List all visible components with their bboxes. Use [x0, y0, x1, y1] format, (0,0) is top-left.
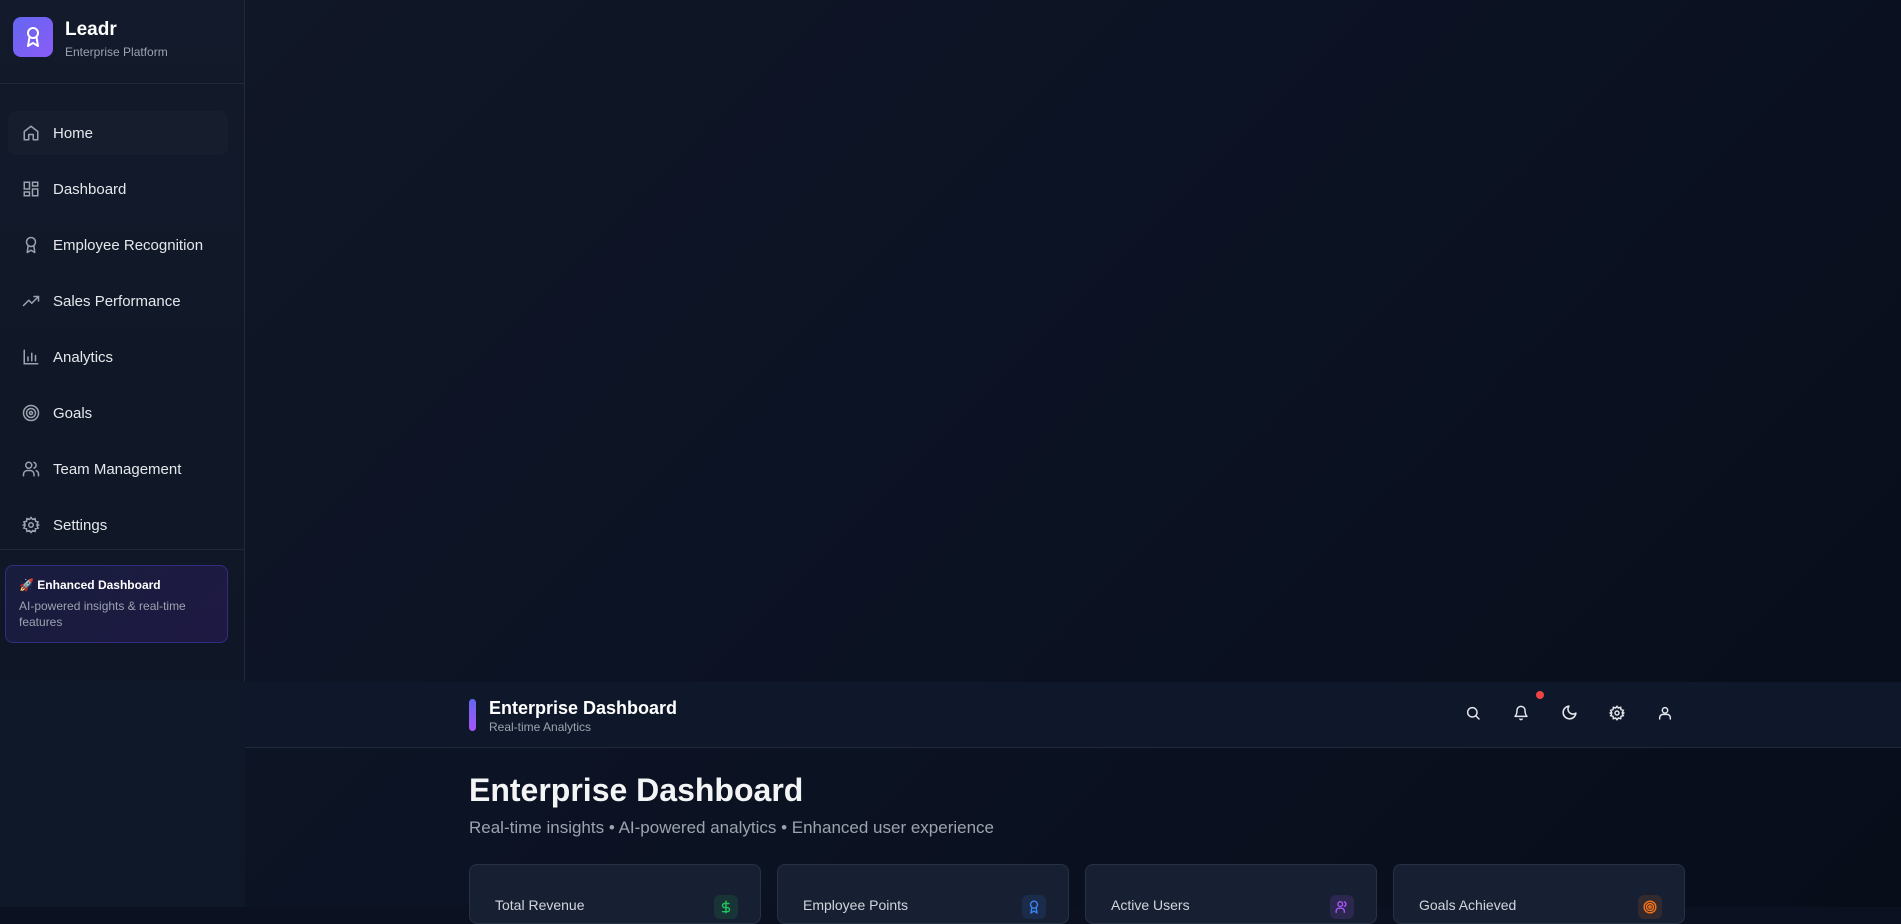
search-button[interactable]	[1458, 700, 1488, 730]
users-icon	[21, 459, 41, 479]
stat-card-employee-points[interactable]: Employee Points	[777, 864, 1069, 924]
page-subtitle: Real-time insights • AI-powered analytic…	[469, 818, 995, 837]
sidebar-item-dashboard[interactable]: Dashboard	[8, 167, 228, 211]
search-icon	[1465, 705, 1481, 726]
gear-icon	[1608, 704, 1626, 726]
home-icon	[21, 123, 41, 143]
sidebar-item-analytics[interactable]: Analytics	[8, 335, 228, 379]
brand-subtitle: Enterprise Platform	[65, 45, 168, 59]
dollar-icon	[714, 895, 738, 919]
award-icon	[21, 235, 41, 255]
enhanced-dashboard-promo[interactable]: 🚀 Enhanced Dashboard AI-powered insights…	[5, 565, 228, 643]
bell-icon	[1513, 705, 1529, 726]
moon-icon	[1561, 704, 1578, 726]
sidebar: Leadr Enterprise Platform Home Dashboard…	[0, 0, 245, 682]
sidebar-item-team-management[interactable]: Team Management	[8, 447, 228, 491]
promo-title: 🚀 Enhanced Dashboard	[19, 578, 161, 592]
sidebar-item-label: Home	[53, 124, 94, 142]
sidebar-item-settings[interactable]: Settings	[8, 503, 228, 547]
header-subtitle: Real-time Analytics	[489, 720, 592, 734]
stat-label: Total Revenue	[495, 897, 585, 913]
sidebar-item-label: Goals	[53, 404, 93, 422]
sidebar-item-home[interactable]: Home	[8, 111, 228, 155]
user-icon	[1657, 705, 1673, 726]
stat-label: Employee Points	[803, 897, 909, 913]
top-header: Enterprise Dashboard Real-time Analytics	[245, 682, 1901, 748]
stat-label: Active Users	[1111, 897, 1190, 913]
sidebar-item-label: Settings	[53, 516, 108, 534]
stat-card-active-users[interactable]: Active Users	[1085, 864, 1377, 924]
header-title: Enterprise Dashboard	[489, 698, 678, 718]
sidebar-item-label: Analytics	[53, 348, 114, 366]
theme-toggle-button[interactable]	[1554, 700, 1584, 730]
sidebar-item-label: Team Management	[53, 460, 182, 478]
trending-up-icon	[21, 291, 41, 311]
brand-name: Leadr	[65, 19, 117, 40]
award-icon	[1022, 895, 1046, 919]
bar-chart-icon	[21, 347, 41, 367]
sidebar-item-employee-recognition[interactable]: Employee Recognition	[8, 223, 228, 267]
sidebar-item-sales-performance[interactable]: Sales Performance	[8, 279, 228, 323]
settings-button[interactable]	[1602, 700, 1632, 730]
target-icon	[21, 403, 41, 423]
sidebar-item-label: Employee Recognition	[53, 236, 204, 254]
stat-card-total-revenue[interactable]: Total Revenue	[469, 864, 761, 924]
award-logo-icon	[13, 17, 53, 57]
notifications-button[interactable]	[1506, 700, 1536, 730]
sidebar-divider	[0, 549, 245, 550]
promo-text: AI-powered insights & real-time features	[19, 599, 186, 629]
app-background	[0, 0, 1901, 907]
target-icon	[1638, 895, 1662, 919]
gear-icon	[21, 515, 41, 535]
sidebar-lower-area	[0, 682, 245, 907]
user-profile-button[interactable]	[1650, 700, 1680, 730]
header-accent-bar	[469, 699, 476, 731]
sidebar-item-goals[interactable]: Goals	[8, 391, 228, 435]
brand-header[interactable]: Leadr Enterprise Platform	[0, 0, 245, 84]
notification-badge	[1536, 691, 1544, 699]
sidebar-item-label: Dashboard	[53, 180, 127, 198]
dashboard-grid-icon	[21, 179, 41, 199]
page-title: Enterprise Dashboard	[469, 772, 804, 808]
users-icon	[1330, 895, 1354, 919]
stat-card-goals-achieved[interactable]: Goals Achieved	[1393, 864, 1685, 924]
stat-label: Goals Achieved	[1419, 897, 1517, 913]
sidebar-item-label: Sales Performance	[53, 292, 181, 310]
